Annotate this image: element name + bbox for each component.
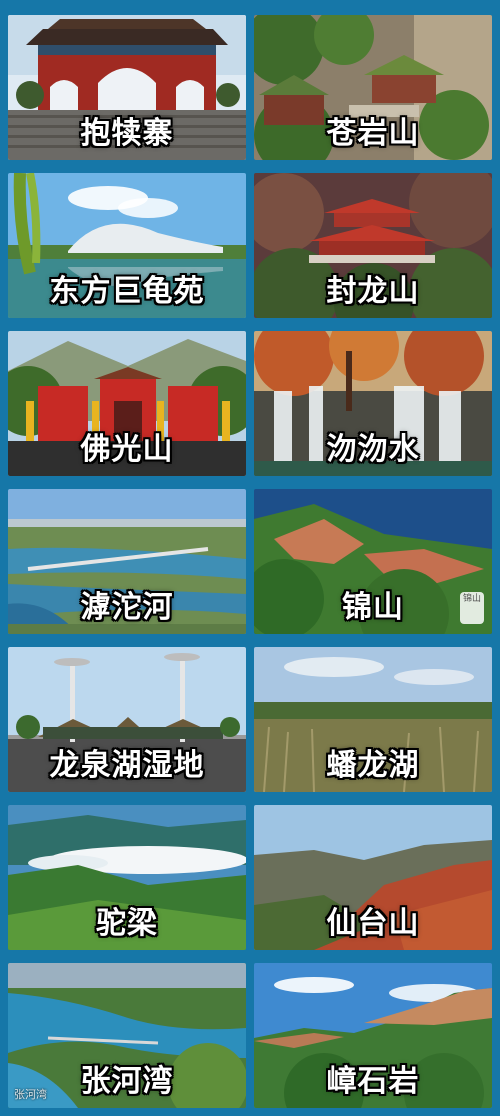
seal-text: 锦山: [462, 594, 481, 604]
cangyanshan-photo: [254, 15, 492, 160]
tile-zhanghewan[interactable]: 张河湾 张河湾: [8, 963, 246, 1108]
tile-hutuohe[interactable]: 滹沱河: [8, 489, 246, 634]
jinshan-seal: 锦山: [460, 592, 484, 624]
mimishui-photo: [254, 331, 492, 476]
fenglongshan-photo: [254, 173, 492, 318]
panlonghu-photo: [254, 647, 492, 792]
tile-jinshan[interactable]: 锦山 锦山: [254, 489, 492, 634]
tile-baoduzhai[interactable]: 抱犊寨: [8, 15, 246, 160]
zhanghewan-watermark: 张河湾: [14, 1088, 47, 1101]
scenic-spot-grid: 抱犊寨 苍岩山 东方巨龟苑 封龙山 佛光山 沕沕水 滹沱河 锦山 锦山 龙泉湖湿…: [0, 0, 500, 1116]
hutuohe-photo: [8, 489, 246, 634]
jinshan-photo: [254, 489, 492, 634]
tile-foguangshan[interactable]: 佛光山: [8, 331, 246, 476]
foguangshan-photo: [8, 331, 246, 476]
tile-zhangshiyan[interactable]: 嶂石岩: [254, 963, 492, 1108]
tile-tuoliang[interactable]: 驼梁: [8, 805, 246, 950]
dongfang-juguiyuan-photo: [8, 173, 246, 318]
tile-panlonghu[interactable]: 蟠龙湖: [254, 647, 492, 792]
tile-longquanhu-wetland[interactable]: 龙泉湖湿地: [8, 647, 246, 792]
tile-mimishui[interactable]: 沕沕水: [254, 331, 492, 476]
tile-cangyanshan[interactable]: 苍岩山: [254, 15, 492, 160]
baoduzhai-photo: [8, 15, 246, 160]
longquanhu-wetland-photo: [8, 647, 246, 792]
xiantaishan-photo: [254, 805, 492, 950]
tile-xiantaishan[interactable]: 仙台山: [254, 805, 492, 950]
tuoliang-photo: [8, 805, 246, 950]
tile-dongfang-juguiyuan[interactable]: 东方巨龟苑: [8, 173, 246, 318]
tile-fenglongshan[interactable]: 封龙山: [254, 173, 492, 318]
zhangshiyan-photo: [254, 963, 492, 1108]
